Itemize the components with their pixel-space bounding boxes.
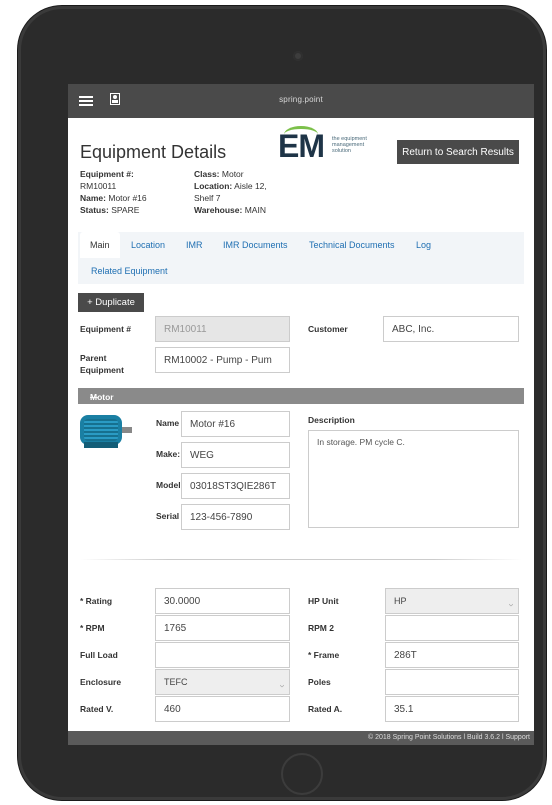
rated-v-field[interactable] xyxy=(155,696,290,722)
motor-fins xyxy=(84,419,118,441)
footer: © 2018 Spring Point Solutions l Build 3.… xyxy=(68,731,534,745)
rpm2-field[interactable] xyxy=(385,615,519,641)
divider xyxy=(80,559,522,560)
motor-name-label: Name xyxy=(156,418,180,428)
logo-tagline: the equipment management solution xyxy=(332,136,367,154)
customer-field[interactable] xyxy=(383,316,519,342)
parent-label-line-2: Equipment xyxy=(80,365,124,375)
home-button[interactable] xyxy=(281,753,323,795)
motor-make-label: Make: xyxy=(156,449,181,459)
tablet-frame: spring.point Equipment Details EM the eq… xyxy=(18,6,546,800)
motor-serial-field[interactable] xyxy=(181,504,290,530)
motor-model-field[interactable] xyxy=(181,473,290,499)
full-load-field[interactable] xyxy=(155,642,290,668)
top-bar: spring.point xyxy=(68,84,534,118)
summary-status-label: Status: xyxy=(80,205,109,215)
summary-class-label: Class: xyxy=(194,169,220,179)
rated-a-label: Rated A. xyxy=(308,704,343,714)
enclosure-label: Enclosure xyxy=(80,677,122,687)
motor-name-field[interactable] xyxy=(181,411,290,437)
summary-location-value: Aisle 12, xyxy=(234,181,267,191)
screen: spring.point Equipment Details EM the eq… xyxy=(68,84,534,745)
description-textarea[interactable]: In storage. PM cycle C. xyxy=(308,430,519,528)
motor-image xyxy=(80,410,136,448)
summary-left: Equipment #: RM10011 Name: Motor #16 Sta… xyxy=(80,168,147,216)
motor-section-title: Motor xyxy=(90,392,114,402)
motor-shaft xyxy=(122,427,132,433)
summary-warehouse-value: MAIN xyxy=(244,205,266,215)
tab-main[interactable]: Main xyxy=(80,232,120,258)
tab-related-equipment[interactable]: Related Equipment xyxy=(91,266,168,276)
summary-equipment-label: Equipment #: xyxy=(80,169,134,179)
customer-label: Customer xyxy=(308,324,348,334)
summary-name-value: Motor #16 xyxy=(108,193,147,203)
tab-imr[interactable]: IMR xyxy=(186,240,203,250)
equipment-no-field[interactable] xyxy=(155,316,290,342)
frame-label: * Frame xyxy=(308,650,340,660)
duplicate-button[interactable]: + Duplicate xyxy=(78,293,144,312)
frame-field[interactable] xyxy=(385,642,519,668)
summary-class-value: Motor xyxy=(221,169,244,179)
rpm-field[interactable] xyxy=(155,615,290,641)
logo-mark: EM xyxy=(278,128,325,164)
rating-label: * Rating xyxy=(80,596,113,606)
summary-location-value-2: Shelf 7 xyxy=(194,193,221,203)
poles-field[interactable] xyxy=(385,669,519,695)
page-title: Equipment Details xyxy=(80,142,227,162)
tab-technical-documents[interactable]: Technical Documents xyxy=(309,240,395,250)
rated-a-field[interactable] xyxy=(385,696,519,722)
motor-base xyxy=(84,442,118,448)
hp-unit-label: HP Unit xyxy=(308,596,339,606)
motor-make-field[interactable] xyxy=(181,442,290,468)
camera-icon xyxy=(293,51,303,61)
tab-location[interactable]: Location xyxy=(131,240,165,250)
summary-name-label: Name: xyxy=(80,193,106,203)
motor-section-header[interactable]: — Motor xyxy=(78,388,524,404)
rating-field[interactable] xyxy=(155,588,290,614)
equipment-no-label: Equipment # xyxy=(80,324,132,334)
parent-equipment-label: Parent Equipment xyxy=(80,352,124,376)
em-logo: EM the equipment management solution xyxy=(278,126,388,166)
motor-model-label: Model xyxy=(156,480,181,490)
parent-label-line-1: Parent xyxy=(80,353,107,363)
summary-status-value: SPARE xyxy=(111,205,140,215)
motor-serial-label: Serial xyxy=(156,511,180,521)
logo-tagline-line: solution xyxy=(332,148,351,154)
summary-location-label: Location: xyxy=(194,181,233,191)
tab-log[interactable]: Log xyxy=(416,240,431,250)
full-load-label: Full Load xyxy=(80,650,118,660)
summary-right: Class: Motor Location: Aisle 12, Shelf 7… xyxy=(194,168,267,216)
summary-equipment-value: RM10011 xyxy=(80,181,117,191)
tab-bar: Main Location IMR IMR Documents Technica… xyxy=(78,232,524,284)
hp-unit-select[interactable]: HP xyxy=(385,588,519,614)
tab-imr-documents[interactable]: IMR Documents xyxy=(223,240,288,250)
description-label: Description xyxy=(308,415,355,425)
summary-warehouse-label: Warehouse: xyxy=(194,205,243,215)
brand-name: spring.point xyxy=(279,95,323,104)
rpm2-label: RPM 2 xyxy=(308,623,334,633)
poles-label: Poles xyxy=(308,677,331,687)
parent-equipment-field[interactable] xyxy=(155,347,290,373)
enclosure-select[interactable]: TEFC xyxy=(155,669,290,695)
rated-v-label: Rated V. xyxy=(80,704,114,714)
return-to-search-button[interactable]: Return to Search Results xyxy=(397,140,519,164)
rpm-label: * RPM xyxy=(80,623,105,633)
